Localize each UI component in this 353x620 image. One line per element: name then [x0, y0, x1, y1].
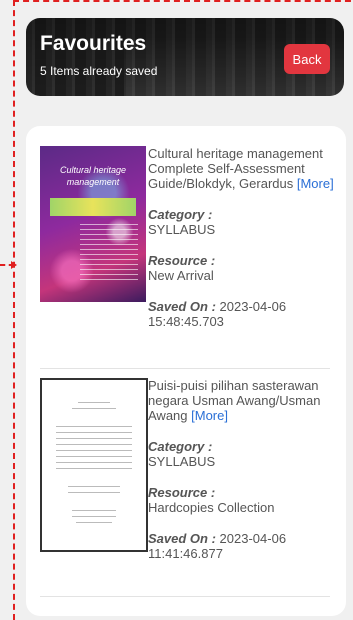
saved-date: 2023-04-06 — [219, 299, 287, 314]
saved-count: 5 Items already saved — [40, 64, 158, 78]
cover-line — [78, 402, 110, 403]
cover-line — [56, 426, 132, 427]
cover-title: Cultural heritage management — [59, 165, 127, 187]
resource-value: Hardcopies Collection — [148, 500, 275, 515]
list-item[interactable]: Cultural heritage management Cultural he… — [40, 146, 334, 346]
cover-line — [72, 516, 116, 517]
category-value: SYLLABUS — [148, 454, 216, 469]
more-link[interactable]: [More] — [297, 176, 334, 191]
cover-line — [72, 510, 116, 511]
cover-line — [68, 492, 120, 493]
category-value: SYLLABUS — [148, 222, 216, 237]
item-info: Cultural heritage management Complete Se… — [148, 146, 336, 329]
saved-time: 11:41:46.877 — [148, 546, 223, 561]
category-label: Category : — [148, 439, 213, 454]
book-title: Puisi-puisi pilihan sasterawan negara Us… — [148, 378, 321, 423]
saved-label: Saved On : — [148, 299, 216, 314]
favourites-header: Favourites 5 Items already saved Back — [26, 18, 344, 96]
more-link[interactable]: [More] — [191, 408, 228, 423]
page-title: Favourites — [40, 32, 147, 55]
saved-on: Saved On : 2023-04-06 11:41:46.877 — [148, 531, 336, 561]
cover-line — [56, 450, 132, 451]
cover-text-lines — [80, 224, 138, 284]
saved-label: Saved On : — [148, 531, 216, 546]
cover-line — [56, 456, 132, 457]
cover-line — [56, 462, 132, 463]
book-cover[interactable] — [40, 378, 148, 552]
saved-time: 15:48:45.703 — [148, 314, 224, 329]
back-button[interactable]: Back — [284, 44, 330, 74]
cover-band — [50, 198, 136, 216]
list-item[interactable]: Puisi-puisi pilihan sasterawan negara Us… — [40, 378, 330, 588]
cover-line — [56, 432, 132, 433]
cover-line — [72, 408, 116, 409]
resource-value: New Arrival — [148, 268, 214, 283]
item-info: Puisi-puisi pilihan sasterawan negara Us… — [148, 378, 336, 561]
book-cover[interactable]: Cultural heritage management — [40, 146, 146, 302]
cover-line — [56, 438, 132, 439]
book-title-block: Puisi-puisi pilihan sasterawan negara Us… — [148, 378, 336, 423]
cover-line — [56, 444, 132, 445]
divider — [40, 368, 330, 369]
highlight-arrow — [0, 261, 17, 269]
favourites-list: Cultural heritage management Cultural he… — [26, 126, 346, 616]
saved-on: Saved On : 2023-04-06 15:48:45.703 — [148, 299, 336, 329]
category-label: Category : — [148, 207, 213, 222]
cover-line — [56, 468, 132, 469]
book-title-block: Cultural heritage management Complete Se… — [148, 146, 336, 191]
resource-label: Resource : — [148, 253, 216, 268]
resource-label: Resource : — [148, 485, 216, 500]
cover-line — [76, 522, 112, 523]
cover-line — [68, 486, 120, 487]
saved-date: 2023-04-06 — [219, 531, 287, 546]
